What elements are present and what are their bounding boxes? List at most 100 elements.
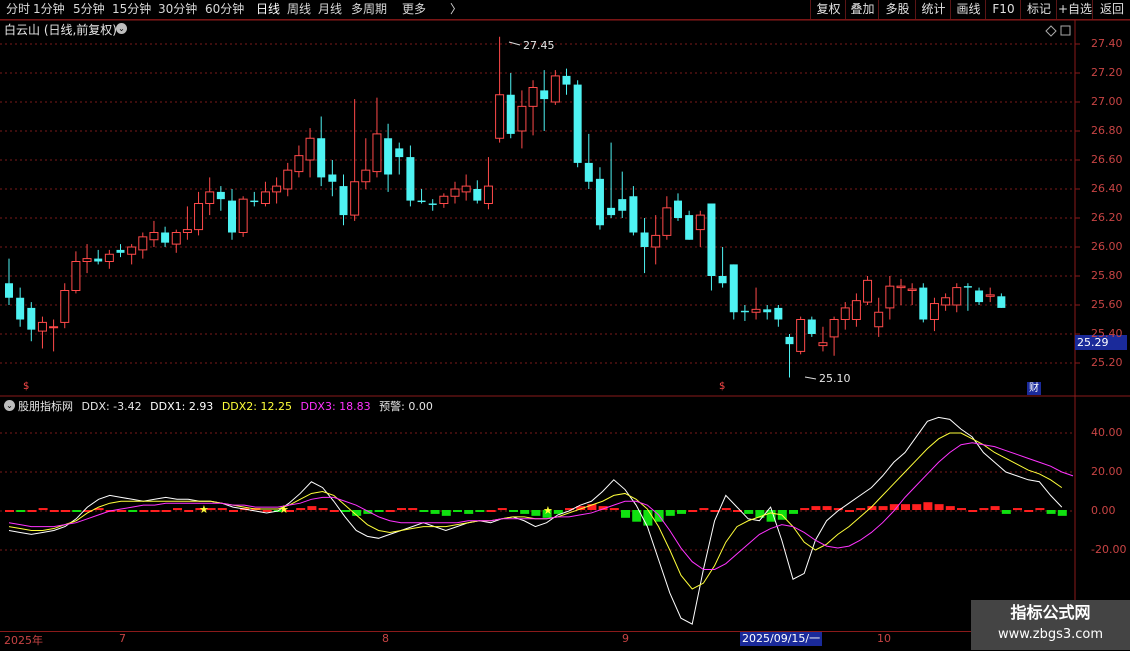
candle-body xyxy=(71,261,81,291)
price-axis-label: 25.20 xyxy=(1091,356,1123,369)
candle-body xyxy=(339,186,348,216)
ddx-bar xyxy=(441,510,451,516)
candle-body xyxy=(919,287,928,320)
watermark-url: www.zbgs3.com xyxy=(997,627,1104,642)
ddx-bar xyxy=(1024,510,1034,512)
ddx-bar xyxy=(968,510,978,512)
candle-body xyxy=(82,258,92,263)
ddx-bar xyxy=(1046,510,1056,514)
candle-body xyxy=(461,185,471,193)
candle-body xyxy=(517,105,527,132)
candle-body xyxy=(395,148,404,158)
candle-body xyxy=(406,157,415,201)
signal-star-icon: ★ xyxy=(543,504,553,517)
ddx-value: DDX: -3.42 xyxy=(81,400,142,413)
candle-body xyxy=(540,90,549,100)
ddx-bar xyxy=(296,508,306,511)
ddx-bar xyxy=(453,510,462,512)
ddx-bar xyxy=(117,510,126,512)
price-axis-label: 25.60 xyxy=(1091,298,1123,311)
ddx-bar xyxy=(419,510,429,512)
ddx-bar xyxy=(957,508,966,511)
candle-body xyxy=(929,303,939,320)
indicator-name[interactable]: 股朋指标网 xyxy=(18,400,73,413)
candle-body xyxy=(707,203,716,276)
watermark: 指标公式网 www.zbgs3.com xyxy=(971,600,1130,650)
candle-body xyxy=(562,75,571,85)
date-label: 8 xyxy=(382,632,389,645)
ddx-bar xyxy=(229,510,238,512)
ddx-bar xyxy=(385,510,395,512)
candle-body xyxy=(785,336,794,345)
low-price-label: 25.10 xyxy=(819,372,851,385)
ddx-bar xyxy=(699,508,709,511)
candle-body xyxy=(27,307,36,330)
ddx-bar xyxy=(184,510,194,512)
finance-badge[interactable]: 财 xyxy=(1027,382,1041,395)
candle-body xyxy=(952,287,962,306)
candle-body xyxy=(49,326,59,329)
candle-body xyxy=(573,84,582,163)
ddx-bar xyxy=(128,510,138,512)
dividend-mark[interactable]: $ xyxy=(23,381,29,392)
ddx-bar xyxy=(139,510,149,512)
ddx-bar xyxy=(430,510,440,514)
ddx-bar xyxy=(161,510,171,512)
candle-body xyxy=(528,87,538,107)
candle-body xyxy=(149,232,159,241)
candle-body xyxy=(963,286,972,288)
ddx-bar xyxy=(923,502,933,510)
ddx-bar xyxy=(509,510,518,512)
ddx-bar xyxy=(979,508,989,511)
ddx-bar xyxy=(665,510,675,516)
candle-body xyxy=(361,169,371,183)
ddx-bar xyxy=(72,510,82,512)
candle-body xyxy=(138,236,148,251)
candle-body xyxy=(495,94,505,139)
candle-body xyxy=(372,133,382,173)
ddx-bar xyxy=(621,510,630,518)
ddx-bar xyxy=(486,510,496,512)
candle-body xyxy=(874,311,884,328)
ddx-bar xyxy=(934,504,944,510)
watermark-title: 指标公式网 xyxy=(1010,603,1091,622)
indicator-axis-label: 40.00 xyxy=(1091,426,1123,439)
ddx-bar xyxy=(688,510,698,512)
high-price-label: 27.45 xyxy=(523,39,555,52)
signal-star-icon: ★ xyxy=(199,503,209,516)
ddx-bar xyxy=(173,508,182,511)
dividend-mark[interactable]: $ xyxy=(719,381,725,392)
price-axis-label: 26.40 xyxy=(1091,182,1123,195)
date-label: 10 xyxy=(877,632,891,645)
ddx-bar xyxy=(27,510,37,512)
ddx-bar xyxy=(150,510,160,512)
ddx-bar xyxy=(912,504,922,510)
ddx-bar xyxy=(61,510,70,512)
candle-body xyxy=(417,200,426,203)
date-axis: 2025年 7 8 9 10 xyxy=(0,631,1075,651)
candle-body xyxy=(473,189,482,201)
ddx3-value: DDX3: 18.83 xyxy=(300,400,371,413)
candle-body xyxy=(550,75,560,103)
candle-body xyxy=(116,249,125,253)
kline-chart[interactable]: ★ ★ ★ xyxy=(0,0,1130,650)
ddx-bar xyxy=(520,510,530,514)
ddx-bar xyxy=(1057,510,1067,516)
price-axis-label: 27.00 xyxy=(1091,95,1123,108)
ddx1-line xyxy=(8,416,1063,625)
ddx2-value: DDX2: 12.25 xyxy=(221,400,292,413)
ddx-bar xyxy=(878,506,888,510)
price-axis-label: 27.40 xyxy=(1091,37,1123,50)
candle-body xyxy=(216,191,225,200)
low-marker xyxy=(804,376,817,380)
price-axis-label: 27.20 xyxy=(1091,66,1123,79)
indicator-settings-icon[interactable]: ⌄ xyxy=(4,400,15,411)
candle-body xyxy=(941,297,951,306)
ddx-bar xyxy=(307,506,317,510)
candle-body xyxy=(94,258,103,262)
candle-body xyxy=(228,200,236,233)
price-axis-label: 26.80 xyxy=(1091,124,1123,137)
candle-body xyxy=(997,296,1006,308)
indicator-axis-label: -20.00 xyxy=(1091,543,1127,556)
candle-body xyxy=(161,232,170,243)
